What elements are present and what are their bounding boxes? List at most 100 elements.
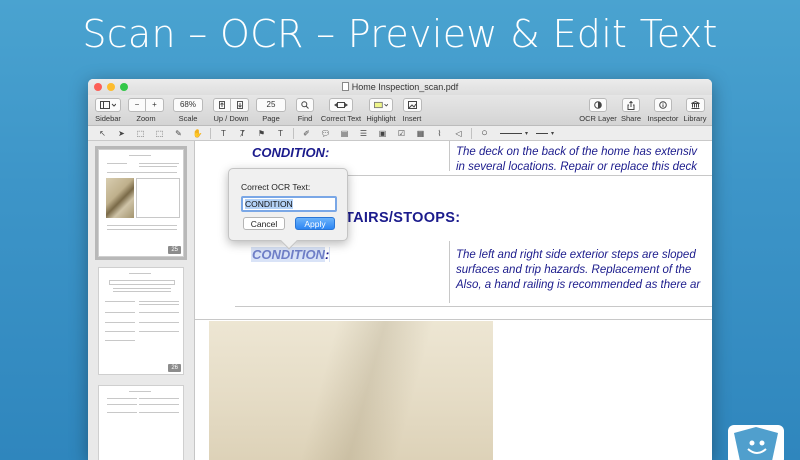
paragraph-2-line-3: Also, a hand railing is recommended as t… (456, 279, 701, 291)
arrow-down-icon (236, 101, 243, 109)
arrow-tool-icon[interactable]: ➤ (112, 127, 131, 139)
line-width-dropdown-icon[interactable]: ▾ (551, 130, 554, 137)
minimize-window-button[interactable] (107, 83, 115, 91)
line-style-dropdown-icon[interactable]: ▾ (525, 130, 528, 137)
note-icon[interactable]: ▤ (335, 127, 354, 139)
annotation-divider-3 (471, 127, 472, 139)
circle-shape-icon[interactable]: ○ (475, 127, 494, 139)
window-controls (94, 83, 128, 91)
document-icon[interactable]: ▦ (411, 127, 430, 139)
info-icon (659, 101, 667, 109)
hand-icon[interactable]: ✋ (188, 127, 207, 139)
scale-control: 68% Scale (172, 98, 204, 123)
sidebar-icon (100, 101, 116, 109)
annotation-divider-2 (293, 127, 294, 139)
ocr-layer-control: OCR Layer (578, 98, 618, 123)
paragraph-1-line-2: in several locations. Repair or replace … (456, 161, 697, 173)
thumbnail-sidebar: 25 26 (88, 141, 195, 460)
section-heading: TAIRS/STOOPS: (345, 210, 460, 226)
page-number-field[interactable]: 25 (256, 98, 286, 112)
zoom-window-button[interactable] (120, 83, 128, 91)
ocr-text-input[interactable]: CONDITION (241, 196, 337, 212)
highlight-button[interactable] (369, 98, 393, 112)
highlight-label: Highlight (366, 114, 396, 123)
table-divider-2 (449, 241, 450, 303)
text-select-icon[interactable]: ⬚ (131, 127, 150, 139)
share-button[interactable] (622, 98, 640, 112)
pdf-document-icon (341, 82, 349, 91)
page-thumbnail-27[interactable] (98, 385, 184, 460)
attachment-icon[interactable]: ⌇ (430, 127, 449, 139)
zoom-label: Zoom (136, 114, 156, 123)
find-label: Find (297, 114, 313, 123)
sidebar-control: Sidebar (93, 98, 123, 123)
find-control: Find (294, 98, 316, 123)
library-button[interactable] (685, 98, 705, 112)
sidebar-label: Sidebar (95, 114, 121, 123)
list-icon[interactable]: ☰ (354, 127, 373, 139)
pointer-select-icon[interactable]: ↖ (93, 127, 112, 139)
insert-button[interactable] (402, 98, 422, 112)
insert-label: Insert (402, 114, 422, 123)
line-width-icon[interactable] (536, 132, 549, 134)
find-button[interactable] (296, 98, 314, 112)
ocr-text-value[interactable]: CONDITION (245, 199, 293, 209)
text-box-icon[interactable]: T (271, 127, 290, 139)
correct-text-label: Correct Text (320, 114, 362, 123)
comment-bubble-icon[interactable]: 💬︎ (316, 127, 335, 139)
app-window: Home Inspection_scan.pdf Sidebar − + Zoo… (88, 79, 712, 460)
scale-label: Scale (178, 114, 198, 123)
stamp-icon[interactable]: ⚑ (252, 127, 271, 139)
text-typewriter-icon[interactable]: T (214, 127, 233, 139)
inspector-label: Inspector (647, 114, 679, 123)
sidebar-toggle-button[interactable] (95, 98, 121, 112)
search-icon (301, 101, 309, 109)
close-window-button[interactable] (94, 83, 102, 91)
section-rule-2 (235, 306, 712, 307)
line-style-icon[interactable] (500, 132, 522, 134)
scale-field[interactable]: 68% (173, 98, 203, 112)
annotation-toolbar: ↖ ➤ ⬚ ⬚ ✎ ✋ T Ⱦ ⚑ T ✐ 💬︎ ▤ ☰ ▣ ☑ ▦ ⌇ ◁ ○… (88, 126, 712, 141)
library-control: Library (682, 98, 708, 123)
page-thumbnail-26[interactable]: 26 (98, 267, 184, 375)
insert-control: Insert (399, 98, 425, 123)
area-select-icon[interactable]: ⬚ (150, 127, 169, 139)
page-control: 25 Page (256, 98, 286, 123)
ocr-layer-icon (594, 101, 602, 109)
inspector-button[interactable] (654, 98, 672, 112)
ocr-layer-button[interactable] (589, 98, 607, 112)
correct-ocr-popup: Correct OCR Text: CONDITION Cancel Apply (228, 168, 348, 250)
thumbnail-photo (106, 178, 134, 218)
title-bar: Home Inspection_scan.pdf (88, 79, 712, 95)
form-field-icon[interactable]: ▣ (373, 127, 392, 139)
audio-icon[interactable]: ◁ (449, 127, 468, 139)
condition-label-2-selected[interactable]: CONDITION: (251, 247, 331, 262)
page-thumbnail-25[interactable]: 25 (95, 146, 187, 260)
inspector-control: Inspector (647, 98, 679, 123)
page-label: Page (262, 114, 280, 123)
share-icon (627, 100, 635, 110)
zoom-in-button[interactable]: + (146, 98, 164, 112)
brand-logo-icon (728, 425, 784, 460)
checkbox-icon[interactable]: ☑ (392, 127, 411, 139)
correct-ocr-label: Correct OCR Text: (241, 182, 311, 192)
share-control: Share (618, 98, 644, 123)
zoom-out-button[interactable]: − (128, 98, 146, 112)
correct-text-button[interactable] (329, 98, 353, 112)
apply-button[interactable]: Apply (295, 217, 335, 230)
paragraph-1-line-1: The deck on the back of the home has ext… (456, 146, 698, 158)
pencil-icon[interactable]: ✎ (169, 127, 188, 139)
correct-text-icon (334, 102, 348, 108)
cancel-button[interactable]: Cancel (243, 217, 285, 230)
highlighter-icon[interactable]: ✐ (297, 127, 316, 139)
condition-label-1: CONDITION: (252, 145, 330, 160)
photo-frame-top (195, 319, 712, 320)
correct-text-tool-icon[interactable]: Ⱦ (233, 127, 252, 139)
page-up-button[interactable] (213, 98, 231, 112)
arrow-up-icon (219, 101, 225, 109)
ocr-layer-label: OCR Layer (579, 114, 617, 123)
highlight-control: Highlight (366, 98, 396, 123)
page-down-button[interactable] (231, 98, 249, 112)
share-label: Share (620, 114, 641, 123)
main-toolbar: Sidebar − + Zoom 68% Scale Up / Down 25 … (88, 95, 712, 126)
